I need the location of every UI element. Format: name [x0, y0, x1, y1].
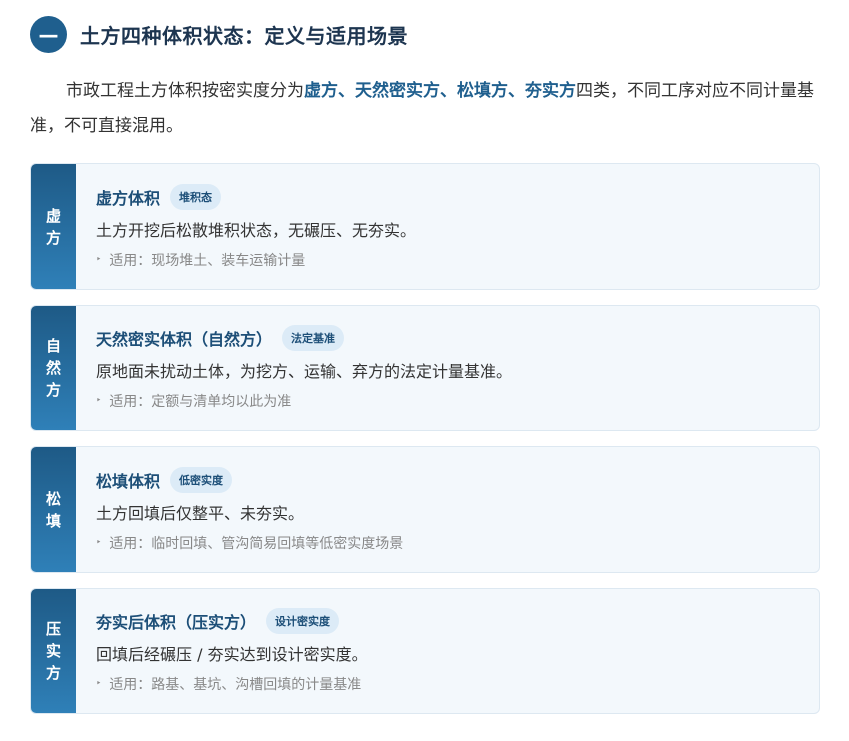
card-title-row: 松填体积 低密实度 — [96, 467, 233, 493]
card-body: 松填体积 低密实度 土方回填后仅整平、未夯实。 ‣ 适用：临时回填、管沟简易回填… — [76, 447, 819, 572]
card-title-row: 虚方体积 堆积态 — [96, 184, 222, 210]
card-body: 天然密实体积（自然方） 法定基准 原地面未扰动土体，为挖方、运输、弃方的法定计量… — [76, 306, 819, 430]
term-separator: 、 — [440, 81, 457, 101]
card-side-label: 自 然 方 — [31, 306, 76, 430]
card-side-label: 压 实 方 — [31, 589, 76, 713]
triangle-bullet-icon: ‣ — [96, 255, 102, 265]
card-usage-text: 适用：现场堆土、装车运输计量 — [109, 253, 306, 269]
card-usage: ‣ 适用：临时回填、管沟简易回填等低密实度场景 — [96, 533, 403, 553]
side-char: 方 — [45, 381, 61, 399]
triangle-bullet-icon: ‣ — [96, 679, 102, 689]
card-usage-text: 适用：路基、基坑、沟槽回填的计量基准 — [109, 677, 362, 693]
card-usage: ‣ 适用：定额与清单均以此为准 — [96, 391, 291, 411]
card-songtian: 松 填 松填体积 低密实度 土方回填后仅整平、未夯实。 ‣ 适用：临时回填、管沟… — [30, 446, 820, 573]
term-tianran: 天然密实方 — [355, 81, 440, 101]
intro-paragraph: 市政工程土方体积按密实度分为虚方、天然密实方、松填方、夯实方四类，不同工序对应不… — [30, 74, 822, 144]
card-usage: ‣ 适用：路基、基坑、沟槽回填的计量基准 — [96, 674, 361, 694]
term-songtian: 松填方 — [457, 81, 508, 101]
card-title-row: 夯实后体积（压实方） 设计密实度 — [96, 608, 340, 634]
card-badge: 法定基准 — [282, 325, 345, 351]
card-tianran: 自 然 方 天然密实体积（自然方） 法定基准 原地面未扰动土体，为挖方、运输、弃… — [30, 305, 820, 431]
term-hangshi: 夯实方 — [525, 81, 576, 101]
card-side-label: 虚 方 — [31, 164, 76, 289]
side-char: 松 — [45, 489, 61, 508]
intro-text: 市政工程土方体积按密实度分为 — [66, 81, 304, 101]
card-yashi: 压 实 方 夯实后体积（压实方） 设计密实度 回填后经碾压 / 夯实达到设计密实… — [30, 588, 820, 714]
card-description: 回填后经碾压 / 夯实达到设计密实度。 — [96, 645, 368, 664]
card-usage-text: 适用：临时回填、管沟简易回填等低密实度场景 — [109, 536, 404, 552]
side-char: 实 — [45, 642, 61, 660]
side-char: 方 — [45, 228, 61, 247]
card-badge: 设计密实度 — [266, 608, 340, 634]
card-badge: 堆积态 — [170, 184, 222, 210]
card-side-label: 松 填 — [31, 447, 76, 572]
term-separator: 、 — [508, 81, 525, 101]
card-description: 土方回填后仅整平、未夯实。 — [96, 504, 305, 523]
term-separator: 、 — [338, 81, 355, 101]
card-body: 虚方体积 堆积态 土方开挖后松散堆积状态，无碾压、无夯实。 ‣ 适用：现场堆土、… — [76, 164, 819, 289]
card-body: 夯实后体积（压实方） 设计密实度 回填后经碾压 / 夯实达到设计密实度。 ‣ 适… — [76, 589, 819, 713]
card-badge: 低密实度 — [170, 467, 233, 493]
card-title: 夯实后体积（压实方） — [96, 613, 257, 632]
card-usage: ‣ 适用：现场堆土、装车运输计量 — [96, 250, 305, 270]
card-description: 土方开挖后松散堆积状态，无碾压、无夯实。 — [96, 221, 417, 240]
section-title: 土方四种体积状态：定义与适用场景 — [80, 24, 408, 48]
side-char: 压 — [45, 620, 61, 638]
card-xufang: 虚 方 虚方体积 堆积态 土方开挖后松散堆积状态，无碾压、无夯实。 ‣ 适用：现… — [30, 163, 820, 290]
card-description: 原地面未扰动土体，为挖方、运输、弃方的法定计量基准。 — [96, 362, 513, 381]
triangle-bullet-icon: ‣ — [96, 538, 102, 548]
side-char: 方 — [45, 664, 61, 682]
side-char: 虚 — [45, 206, 61, 225]
card-title-row: 天然密实体积（自然方） 法定基准 — [96, 325, 345, 351]
card-usage-text: 适用：定额与清单均以此为准 — [109, 394, 292, 410]
card-title: 松填体积 — [96, 472, 161, 491]
section-header: — 土方四种体积状态：定义与适用场景 — [30, 16, 408, 53]
minus-icon: — — [30, 16, 67, 53]
card-title: 虚方体积 — [96, 189, 161, 208]
side-char: 填 — [45, 511, 61, 530]
side-char: 自 — [45, 337, 61, 355]
card-title: 天然密实体积（自然方） — [96, 330, 273, 349]
triangle-bullet-icon: ‣ — [96, 396, 102, 406]
term-xufang: 虚方 — [304, 81, 338, 101]
side-char: 然 — [45, 359, 61, 377]
